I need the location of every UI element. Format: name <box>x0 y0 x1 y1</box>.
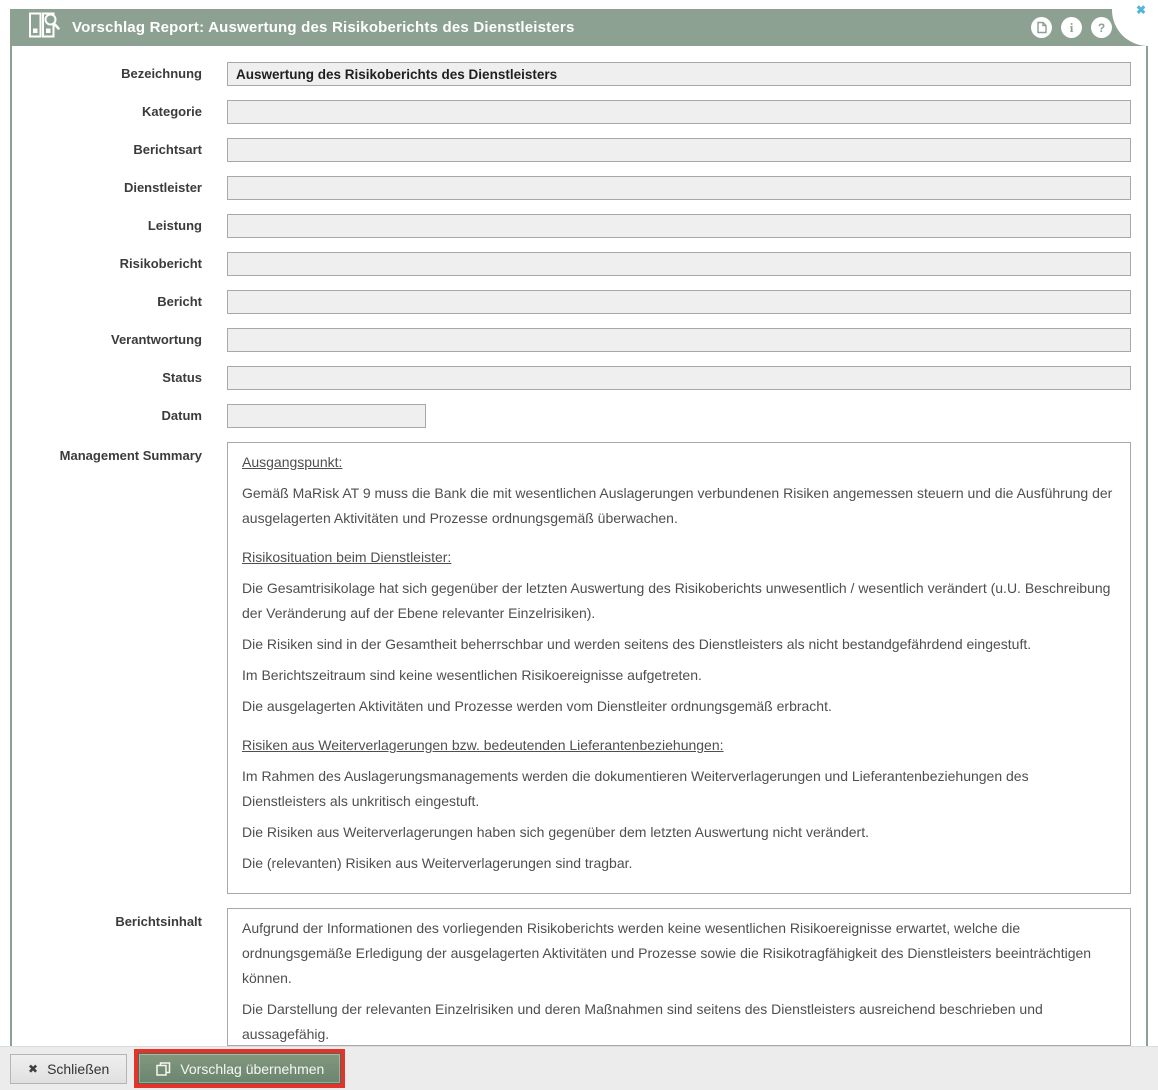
vorschlag-uebernehmen-button[interactable]: Vorschlag übernehmen <box>138 1053 341 1084</box>
leistung-input[interactable] <box>227 214 1131 238</box>
bezeichnung-label: Bezeichnung <box>12 62 227 86</box>
summary-paragraph: Die ausgelagerten Aktivitäten und Prozes… <box>242 694 1116 719</box>
datum-label: Datum <box>12 404 227 428</box>
form-row-bericht: Bericht <box>12 290 1131 314</box>
kategorie-label: Kategorie <box>12 100 227 124</box>
form-row-risikobericht: Risikobericht <box>12 252 1131 276</box>
datum-input[interactable] <box>227 404 426 428</box>
status-label: Status <box>12 366 227 390</box>
form-row-berichtsart: Berichtsart <box>12 138 1131 162</box>
summary-paragraph: Die (relevanten) Risiken aus Weiterverla… <box>242 851 1116 876</box>
management-summary-label: Management Summary <box>12 442 227 894</box>
annotation-highlight-box: Vorschlag übernehmen <box>134 1049 345 1088</box>
info-glyph: i <box>1070 20 1074 36</box>
content-paragraph: Die Darstellung der relevanten Einzelris… <box>242 997 1116 1046</box>
summary-paragraph: Die Risiken aus Weiterverlagerungen habe… <box>242 820 1116 845</box>
header-icon-group: i ? <box>1031 17 1112 38</box>
risikobericht-input[interactable] <box>227 252 1131 276</box>
form-row-berichtsinhalt: Berichtsinhalt Aufgrund der Informatione… <box>12 908 1131 1046</box>
leistung-label: Leistung <box>12 214 227 238</box>
dialog-title: Vorschlag Report: Auswertung des Risikob… <box>72 19 575 36</box>
status-input[interactable] <box>227 366 1131 390</box>
form-row-datum: Datum <box>12 404 1131 428</box>
kategorie-input[interactable] <box>227 100 1131 124</box>
management-summary-textarea[interactable]: Ausgangspunkt: Gemäß MaRisk AT 9 muss di… <box>227 442 1131 894</box>
bericht-label: Bericht <box>12 290 227 314</box>
berichtsart-label: Berichtsart <box>12 138 227 162</box>
summary-paragraph: Im Rahmen des Auslagerungsmanagements we… <box>242 764 1116 814</box>
form-row-management-summary: Management Summary Ausgangspunkt: Gemäß … <box>12 442 1131 894</box>
form-row-kategorie: Kategorie <box>12 100 1131 124</box>
dialog-header: Vorschlag Report: Auswertung des Risikob… <box>10 9 1148 46</box>
report-search-icon <box>26 11 60 44</box>
info-icon[interactable]: i <box>1061 17 1082 38</box>
berichtsinhalt-textarea[interactable]: Aufgrund der Informationen des vorliegen… <box>227 908 1131 1046</box>
summary-paragraph: Die Risiken sind in der Gesamtheit beher… <box>242 632 1116 657</box>
help-icon[interactable]: ? <box>1091 17 1112 38</box>
verantwortung-label: Verantwortung <box>12 328 227 352</box>
form-row-leistung: Leistung <box>12 214 1131 238</box>
dienstleister-label: Dienstleister <box>12 176 227 200</box>
footer-bar: ✖ Schließen Vorschlag übernehmen <box>0 1046 1158 1090</box>
summary-heading: Risiken aus Weiterverlagerungen bzw. bed… <box>242 733 1116 758</box>
risikobericht-label: Risikobericht <box>12 252 227 276</box>
form-row-bezeichnung: Bezeichnung <box>12 62 1131 86</box>
dialog-body: Bezeichnung Kategorie Berichtsart Dienst… <box>10 46 1148 1046</box>
berichtsinhalt-label: Berichtsinhalt <box>12 908 227 1046</box>
copy-icon <box>155 1061 171 1077</box>
berichtsart-input[interactable] <box>227 138 1131 162</box>
close-x-icon: ✖ <box>28 1062 38 1076</box>
schliessen-button-label: Schließen <box>47 1061 109 1077</box>
vorschlag-report-dialog-page: Vorschlag Report: Auswertung des Risikob… <box>0 0 1158 1090</box>
verantwortung-input[interactable] <box>227 328 1131 352</box>
dienstleister-input[interactable] <box>227 176 1131 200</box>
summary-paragraph: Die Gesamtrisikolage hat sich gegenüber … <box>242 576 1116 626</box>
summary-paragraph: Gemäß MaRisk AT 9 muss die Bank die mit … <box>242 481 1116 531</box>
content-paragraph: Aufgrund der Informationen des vorliegen… <box>242 916 1116 991</box>
form-row-dienstleister: Dienstleister <box>12 176 1131 200</box>
summary-paragraph: Im Berichtszeitraum sind keine wesentlic… <box>242 663 1116 688</box>
schliessen-button[interactable]: ✖ Schließen <box>10 1054 127 1084</box>
vorschlag-uebernehmen-label: Vorschlag übernehmen <box>180 1061 324 1077</box>
summary-heading: Ausgangspunkt: <box>242 450 1116 475</box>
close-icon[interactable]: ✖ <box>1136 3 1146 17</box>
form-row-status: Status <box>12 366 1131 390</box>
help-glyph: ? <box>1098 21 1105 35</box>
bezeichnung-input[interactable] <box>227 62 1131 86</box>
pdf-export-icon[interactable] <box>1031 17 1052 38</box>
form-row-verantwortung: Verantwortung <box>12 328 1131 352</box>
summary-heading: Risikosituation beim Dienstleister: <box>242 545 1116 570</box>
bericht-input[interactable] <box>227 290 1131 314</box>
vorschlag-report-dialog: Vorschlag Report: Auswertung des Risikob… <box>10 9 1148 1046</box>
